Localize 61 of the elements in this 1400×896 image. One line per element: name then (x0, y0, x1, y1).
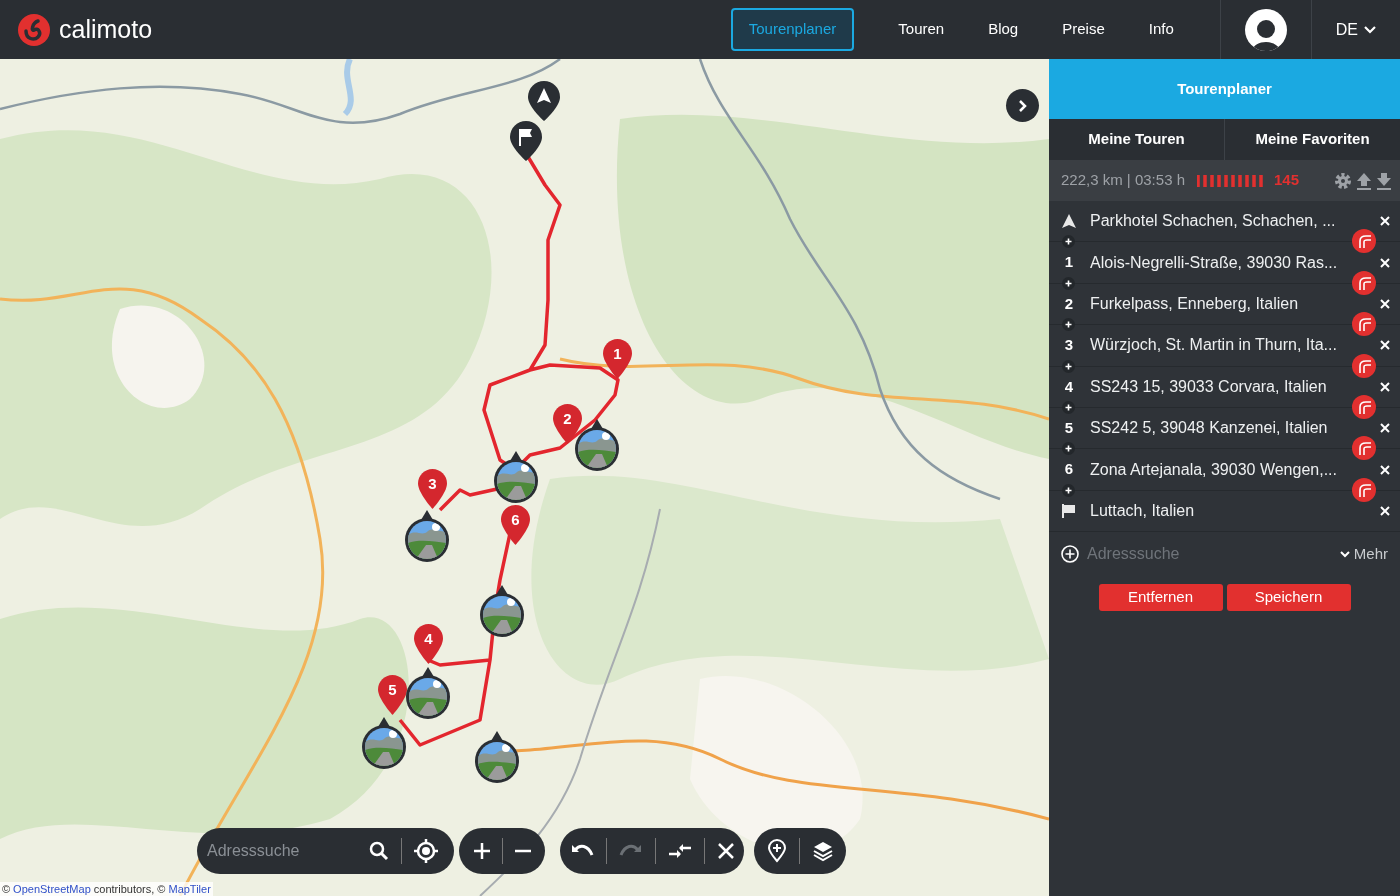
upload-icon[interactable] (1356, 171, 1372, 190)
curvy-route-icon[interactable] (1352, 353, 1376, 378)
curvy-route-icon[interactable] (1352, 312, 1376, 337)
waypoint-address[interactable]: Zona Artejanala, 39030 Wengen,... (1090, 457, 1337, 482)
close-icon[interactable] (1380, 340, 1390, 351)
avatar[interactable] (1244, 8, 1287, 51)
curviness-score: 145 (1274, 170, 1299, 191)
insert-waypoint-icon[interactable] (1062, 400, 1075, 414)
chevron-down-icon (1339, 550, 1350, 558)
close-icon[interactable] (1380, 216, 1390, 227)
more-toggle[interactable]: Mehr (1339, 542, 1388, 566)
navigation-arrow-icon (1062, 214, 1076, 229)
close-icon[interactable] (1380, 464, 1390, 475)
waypoint-number: 1 (1064, 252, 1074, 273)
logo-text[interactable]: calimoto (59, 10, 153, 49)
settings-icon[interactable] (1334, 171, 1352, 190)
nav-link[interactable]: Preise (1062, 18, 1105, 41)
curvy-route-icon[interactable] (1352, 477, 1376, 502)
waypoint-address[interactable]: Luttach, Italien (1090, 498, 1195, 523)
insert-waypoint-icon[interactable] (1062, 318, 1075, 332)
language-selector[interactable]: DE (1311, 0, 1400, 59)
waypoint-number: 2 (1064, 293, 1074, 314)
close-icon[interactable] (1380, 505, 1390, 516)
add-circle-icon[interactable] (1061, 545, 1079, 564)
curvy-route-icon[interactable] (1352, 436, 1376, 461)
curviness-bars-icon (1197, 174, 1265, 187)
save-button[interactable]: Speichern (1226, 584, 1351, 612)
download-icon[interactable] (1376, 171, 1392, 190)
chevron-down-icon (1364, 25, 1376, 34)
waypoint-address[interactable]: Alois-Negrelli-Straße, 39030 Ras... (1090, 250, 1338, 275)
nav-link[interactable]: Touren (898, 18, 945, 41)
waypoint-number: 4 (1064, 376, 1074, 397)
waypoint-number: 3 (1064, 335, 1074, 356)
nav-link[interactable]: Info (1148, 18, 1174, 41)
remove-button[interactable]: Entfernen (1098, 584, 1223, 612)
flag-icon (1062, 503, 1076, 518)
close-icon[interactable] (1380, 257, 1390, 268)
address-search-field[interactable]: Adresssuche (1087, 542, 1287, 567)
waypoint-address[interactable]: SS243 15, 39033 Corvara, Italien (1090, 374, 1327, 399)
close-icon[interactable] (1380, 423, 1390, 434)
insert-waypoint-icon[interactable] (1062, 235, 1075, 249)
curvy-route-icon[interactable] (1352, 229, 1376, 254)
distance-duration-text: 222,3 km | 03:53 h (1061, 170, 1185, 191)
nav-link[interactable]: Blog (988, 18, 1019, 41)
insert-waypoint-icon[interactable] (1062, 359, 1075, 373)
waypoint-number: 6 (1064, 459, 1074, 480)
close-icon[interactable] (1380, 298, 1390, 309)
curvy-route-icon[interactable] (1352, 270, 1376, 295)
waypoint-address[interactable]: Furkelpass, Enneberg, Italien (1090, 291, 1299, 316)
nav-link[interactable]: Tourenplaner (730, 8, 855, 51)
waypoint-address[interactable]: Würzjoch, St. Martin in Thurn, Ita... (1090, 333, 1337, 358)
waypoint-number: 5 (1064, 417, 1074, 438)
insert-waypoint-icon[interactable] (1062, 276, 1075, 290)
panel-title: Tourenplaner (1049, 59, 1400, 119)
insert-waypoint-icon[interactable] (1062, 442, 1075, 456)
insert-waypoint-icon[interactable] (1062, 483, 1075, 497)
curvy-route-icon[interactable] (1352, 394, 1376, 419)
waypoint-address[interactable]: Parkhotel Schachen, Schachen, ... (1090, 209, 1336, 234)
logo-icon (17, 12, 51, 47)
close-icon[interactable] (1380, 381, 1390, 392)
waypoint-address[interactable]: SS242 5, 39048 Kanzenei, Italien (1090, 416, 1328, 441)
